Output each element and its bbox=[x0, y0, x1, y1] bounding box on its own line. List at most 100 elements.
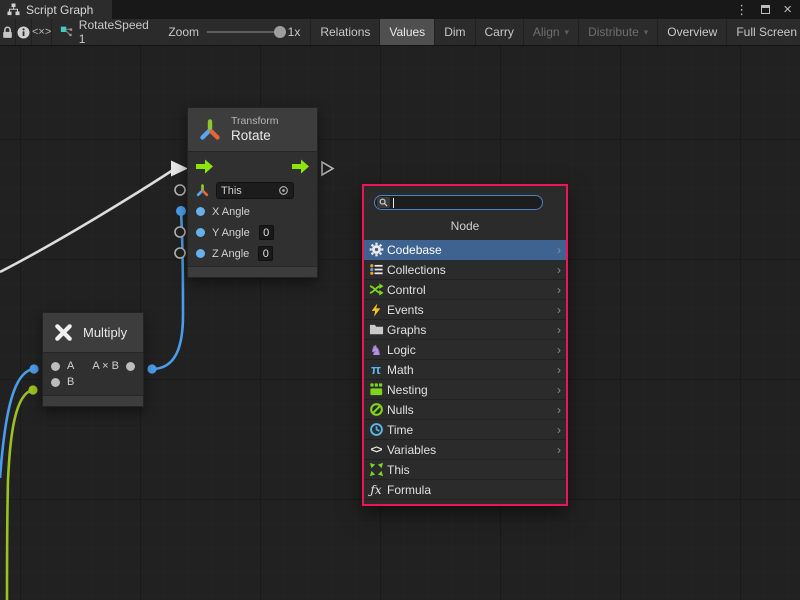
dropdown-arrow-icon: ▾ bbox=[565, 27, 570, 38]
zoom-control: Zoom 1x bbox=[158, 19, 310, 45]
node-title: Multiply bbox=[83, 325, 127, 340]
finder-item-variables[interactable]: <> Variables › bbox=[364, 440, 566, 460]
zoom-slider-handle[interactable] bbox=[274, 26, 286, 38]
branch-arrows-icon bbox=[368, 282, 384, 298]
search-input[interactable] bbox=[374, 195, 543, 210]
this-object-field[interactable]: This bbox=[216, 182, 294, 199]
close-icon[interactable]: × bbox=[783, 2, 792, 17]
finder-item-codebase[interactable]: Codebase › bbox=[364, 240, 566, 260]
chevron-right-icon: › bbox=[557, 443, 561, 457]
transform-axes-icon bbox=[198, 118, 222, 142]
graph-asset-icon bbox=[60, 25, 73, 39]
values-button[interactable]: Values bbox=[379, 19, 434, 45]
port-label: X Angle bbox=[212, 206, 250, 218]
chevron-right-icon: › bbox=[557, 343, 561, 357]
tab-script-graph[interactable]: Script Graph bbox=[0, 0, 112, 19]
multiply-x-icon bbox=[53, 322, 74, 343]
multiply-node[interactable]: Multiply A A × B B bbox=[42, 312, 144, 407]
tab-title: Script Graph bbox=[26, 3, 93, 17]
list-icon bbox=[368, 262, 384, 278]
menu-icon[interactable]: ⋮ bbox=[735, 3, 748, 16]
dropdown-arrow-icon: ▾ bbox=[644, 27, 649, 38]
b-port-row: B bbox=[43, 374, 143, 395]
code-icon: <×> bbox=[32, 26, 51, 38]
pi-icon: π bbox=[368, 362, 384, 378]
node-category: Transform bbox=[231, 115, 278, 128]
carry-button[interactable]: Carry bbox=[475, 19, 523, 45]
this-port-row: This bbox=[188, 180, 317, 201]
chevron-right-icon: › bbox=[557, 283, 561, 297]
search-icon bbox=[379, 198, 388, 207]
relations-button[interactable]: Relations bbox=[310, 19, 379, 45]
lightning-icon bbox=[368, 302, 384, 318]
node-header[interactable]: Multiply bbox=[43, 313, 143, 353]
output-port[interactable] bbox=[126, 362, 135, 371]
chevron-right-icon: › bbox=[557, 383, 561, 397]
finder-item-nulls[interactable]: Nulls › bbox=[364, 400, 566, 420]
z-angle-value-field[interactable]: 0 bbox=[258, 246, 273, 261]
port-label: A bbox=[67, 360, 74, 372]
chevron-right-icon: › bbox=[557, 323, 561, 337]
finder-item-collections[interactable]: Collections › bbox=[364, 260, 566, 280]
distribute-button[interactable]: Distribute ▾ bbox=[578, 19, 657, 45]
finder-item-math[interactable]: π Math › bbox=[364, 360, 566, 380]
flow-ports-row bbox=[188, 152, 317, 180]
finder-item-this[interactable]: This bbox=[364, 460, 566, 480]
code-view-button[interactable]: <×> bbox=[32, 19, 52, 45]
z-angle-port[interactable] bbox=[196, 249, 205, 258]
finder-header: Node bbox=[364, 219, 566, 233]
maximize-icon[interactable] bbox=[761, 5, 770, 14]
dim-button[interactable]: Dim bbox=[434, 19, 474, 45]
window-controls: ⋮ × bbox=[735, 0, 800, 19]
x-angle-port-row: X Angle bbox=[188, 201, 317, 222]
info-button[interactable] bbox=[16, 19, 32, 45]
finder-item-graphs[interactable]: Graphs › bbox=[364, 320, 566, 340]
finder-item-nesting[interactable]: Nesting › bbox=[364, 380, 566, 400]
zoom-value: 1x bbox=[288, 25, 301, 39]
input-a-port[interactable] bbox=[51, 362, 60, 371]
chevron-right-icon: › bbox=[557, 243, 561, 257]
graph-toolbar: <×> RotateSpeed 1 Zoom 1x Relations Valu… bbox=[0, 19, 800, 46]
y-angle-value-field[interactable]: 0 bbox=[259, 225, 274, 240]
folder-icon bbox=[368, 322, 384, 338]
tab-bar: Script Graph ⋮ × bbox=[0, 0, 800, 19]
transform-axes-icon bbox=[196, 184, 209, 197]
transform-rotate-node[interactable]: Transform Rotate This X Angle bbox=[187, 107, 318, 278]
finder-item-time[interactable]: Time › bbox=[364, 420, 566, 440]
output-port-group: A × B bbox=[92, 360, 135, 372]
node-title: Rotate bbox=[231, 128, 278, 144]
node-finder-popup: Node Codebase › bbox=[362, 184, 568, 506]
zoom-label: Zoom bbox=[168, 25, 199, 39]
zoom-slider[interactable] bbox=[207, 31, 280, 33]
finder-item-control[interactable]: Control › bbox=[364, 280, 566, 300]
nested-graph-icon bbox=[368, 382, 384, 398]
align-button[interactable]: Align ▾ bbox=[523, 19, 578, 45]
finder-item-events[interactable]: Events › bbox=[364, 300, 566, 320]
chevron-right-icon: › bbox=[557, 303, 561, 317]
flow-output-arrow-icon[interactable] bbox=[291, 158, 310, 175]
chevron-right-icon: › bbox=[557, 263, 561, 277]
angle-brackets-icon: <> bbox=[368, 442, 384, 458]
input-b-port[interactable] bbox=[51, 378, 60, 387]
a-port-row: A A × B bbox=[43, 353, 143, 374]
finder-item-logic[interactable]: ♞ Logic › bbox=[364, 340, 566, 360]
fullscreen-button[interactable]: Full Screen bbox=[726, 19, 800, 45]
flow-input-arrow-icon[interactable] bbox=[195, 158, 214, 175]
y-angle-port[interactable] bbox=[196, 228, 205, 237]
x-angle-port[interactable] bbox=[196, 207, 205, 216]
gear-icon bbox=[368, 242, 384, 258]
lock-button[interactable] bbox=[0, 19, 16, 45]
port-label: Z Angle bbox=[212, 248, 249, 260]
overview-button[interactable]: Overview bbox=[657, 19, 726, 45]
object-picker-icon[interactable] bbox=[278, 185, 289, 196]
graph-breadcrumb[interactable]: RotateSpeed 1 bbox=[52, 19, 158, 45]
null-slash-icon bbox=[368, 402, 384, 418]
y-angle-port-row: Y Angle 0 bbox=[188, 222, 317, 243]
knight-icon: ♞ bbox=[368, 342, 384, 358]
search-magnifier-box bbox=[377, 197, 390, 208]
graph-name: RotateSpeed 1 bbox=[79, 18, 151, 46]
node-header[interactable]: Transform Rotate bbox=[188, 108, 317, 152]
lock-icon bbox=[0, 25, 15, 40]
port-label: Y Angle bbox=[212, 227, 250, 239]
finder-item-formula[interactable]: ƒx Formula bbox=[364, 480, 566, 500]
